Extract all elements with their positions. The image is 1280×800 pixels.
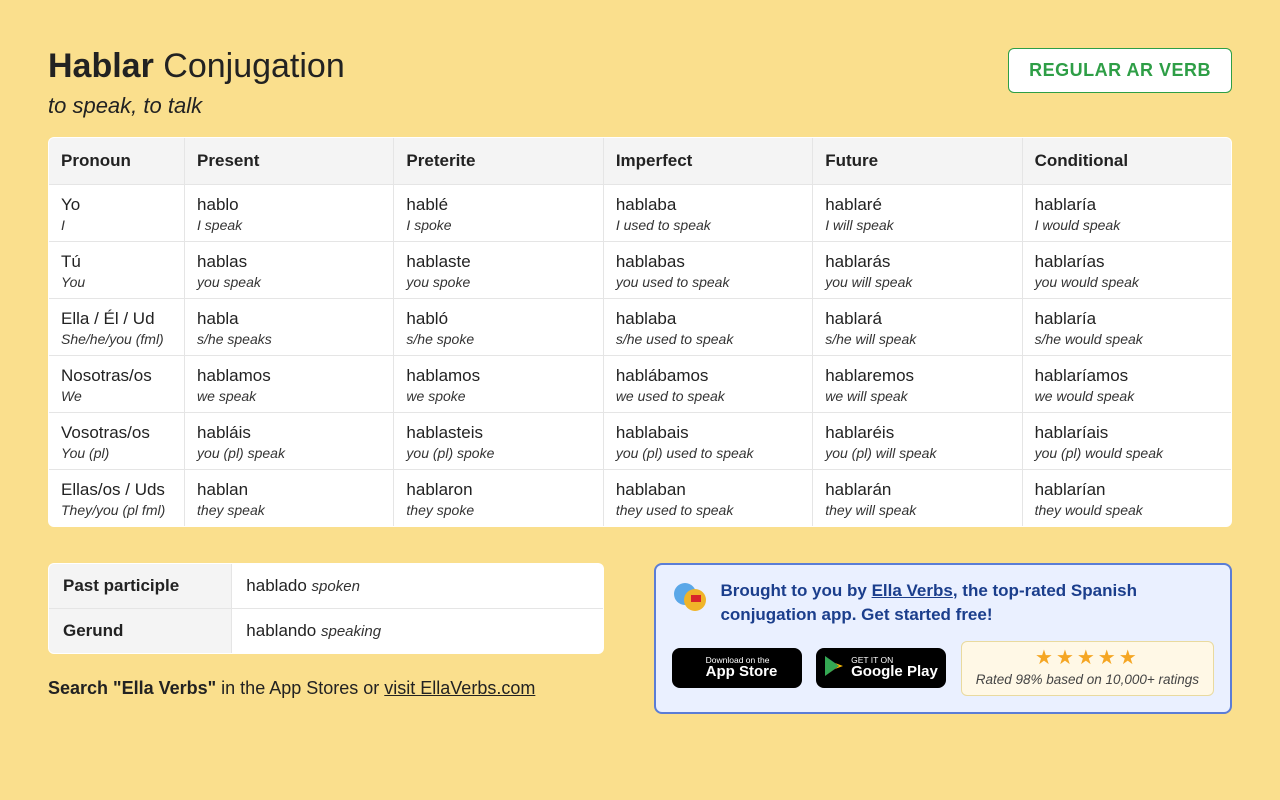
conjugation-cell: hablaríaI would speak (1022, 185, 1231, 242)
conjugation-cell: hablasteisyou (pl) spoke (394, 413, 603, 470)
conjugation-cell: hablabasyou used to speak (603, 242, 812, 299)
conjugation-cell: habláisyou (pl) speak (185, 413, 394, 470)
table-row: Nosotras/osWehablamoswe speakhablamoswe … (49, 356, 1232, 413)
gerund: hablando (246, 621, 316, 640)
promo-text: Brought to you by Ella Verbs, the top-ra… (720, 579, 1214, 627)
past-participle-label: Past participle (49, 564, 232, 609)
pronoun-cell: Nosotras/osWe (49, 356, 185, 413)
conjugation-cell: hablabaI used to speak (603, 185, 812, 242)
conjugation-table: PronounPresentPreteriteImperfectFutureCo… (48, 137, 1232, 527)
pronoun-cell: TúYou (49, 242, 185, 299)
conjugation-cell: hablarías/he would speak (1022, 299, 1231, 356)
column-header: Imperfect (603, 138, 812, 185)
conjugation-cell: habléI spoke (394, 185, 603, 242)
conjugation-cell: hablarás/he will speak (813, 299, 1022, 356)
conjugation-cell: hablaréI will speak (813, 185, 1022, 242)
column-header: Conditional (1022, 138, 1231, 185)
pronoun-cell: Ellas/os / UdsThey/you (pl fml) (49, 470, 185, 527)
conjugation-cell: hablasyou speak (185, 242, 394, 299)
ellaverbs-link[interactable]: visit EllaVerbs.com (384, 678, 535, 698)
gerund-cell: hablando speaking (232, 609, 604, 654)
conjugation-cell: hablas/he speaks (185, 299, 394, 356)
conjugation-cell: hablasteyou spoke (394, 242, 603, 299)
page-header: Hablar Conjugation to speak, to talk REG… (48, 48, 1232, 119)
play-icon (825, 656, 843, 681)
conjugation-cell: hablabaisyou (pl) used to speak (603, 413, 812, 470)
pronoun-cell: Ella / Él / UdShe/he/you (fml) (49, 299, 185, 356)
conjugation-cell: hablaríanthey would speak (1022, 470, 1231, 527)
column-header: Present (185, 138, 394, 185)
conjugation-cell: habloI speak (185, 185, 394, 242)
search-prefix: Search "Ella Verbs" (48, 678, 216, 698)
table-row: Ella / Él / UdShe/he/you (fml)hablas/he … (49, 299, 1232, 356)
table-row: YoIhabloI speakhabléI spokehablabaI used… (49, 185, 1232, 242)
table-row: Vosotras/osYou (pl)habláisyou (pl) speak… (49, 413, 1232, 470)
conjugation-cell: hablós/he spoke (394, 299, 603, 356)
column-header: Preterite (394, 138, 603, 185)
conjugation-cell: hablaremoswe will speak (813, 356, 1022, 413)
rating-box: ★★★★★ Rated 98% based on 10,000+ ratings (961, 641, 1214, 696)
conjugation-cell: hablarásyou will speak (813, 242, 1022, 299)
conjugation-cell: hablaránthey will speak (813, 470, 1022, 527)
pronoun-cell: YoI (49, 185, 185, 242)
verb-type-badge: REGULAR AR VERB (1008, 48, 1232, 93)
past-participle-en: spoken (312, 578, 360, 595)
conjugation-cell: hablamoswe speak (185, 356, 394, 413)
past-participle: hablado (246, 576, 307, 595)
app-store-button[interactable]: Download on theApp Store (672, 648, 802, 688)
promo-ellaverbs-link[interactable]: Ella Verbs (872, 581, 953, 600)
search-middle: in the App Stores or (216, 678, 384, 698)
conjugation-cell: hablanthey speak (185, 470, 394, 527)
verb-name: Hablar (48, 47, 154, 85)
rating-text: Rated 98% based on 10,000+ ratings (976, 672, 1199, 687)
page-title: Hablar Conjugation (48, 48, 345, 85)
conjugation-cell: hablaréisyou (pl) will speak (813, 413, 1022, 470)
promo-box: Brought to you by Ella Verbs, the top-ra… (654, 563, 1232, 714)
title-suffix: Conjugation (154, 47, 345, 85)
conjugation-cell: hablaronthey spoke (394, 470, 603, 527)
conjugation-cell: hablabanthey used to speak (603, 470, 812, 527)
table-row: TúYouhablasyou speakhablasteyou spokehab… (49, 242, 1232, 299)
gerund-label: Gerund (49, 609, 232, 654)
ellaverbs-logo-icon (672, 579, 708, 615)
table-row: Ellas/os / UdsThey/you (pl fml)hablanthe… (49, 470, 1232, 527)
non-finite-forms-table: Past participle hablado spoken Gerund ha… (48, 563, 604, 654)
conjugation-cell: hablaríaisyou (pl) would speak (1022, 413, 1231, 470)
conjugation-cell: hablabas/he used to speak (603, 299, 812, 356)
past-participle-cell: hablado spoken (232, 564, 604, 609)
column-header: Future (813, 138, 1022, 185)
conjugation-cell: hablaríamoswe would speak (1022, 356, 1231, 413)
star-icons: ★★★★★ (976, 648, 1199, 668)
google-play-button[interactable]: GET IT ONGoogle Play (816, 648, 946, 688)
conjugation-cell: hablábamoswe used to speak (603, 356, 812, 413)
conjugation-cell: hablaríasyou would speak (1022, 242, 1231, 299)
gerund-en: speaking (321, 623, 381, 640)
conjugation-cell: hablamoswe spoke (394, 356, 603, 413)
search-instruction: Search "Ella Verbs" in the App Stores or… (48, 678, 604, 699)
pronoun-cell: Vosotras/osYou (pl) (49, 413, 185, 470)
column-header: Pronoun (49, 138, 185, 185)
verb-translation: to speak, to talk (48, 93, 345, 119)
